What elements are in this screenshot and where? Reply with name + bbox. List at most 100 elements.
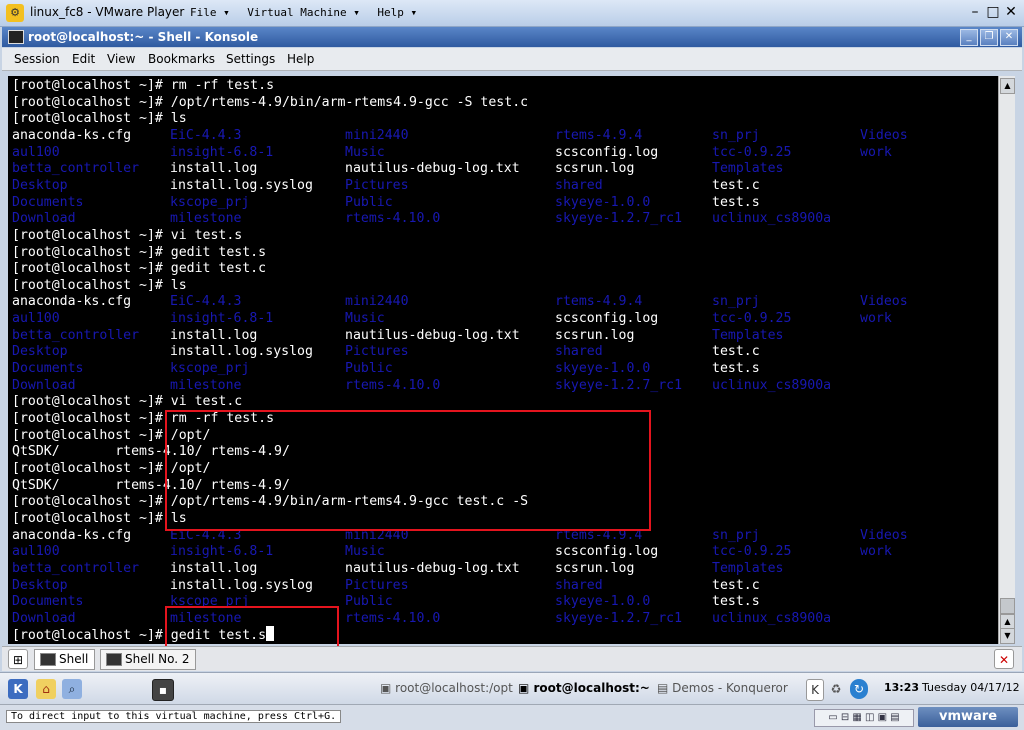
- kde-menu-icon[interactable]: K: [8, 679, 28, 699]
- tab-shell[interactable]: Shell: [34, 649, 96, 670]
- tab-shell-2-label: Shell No. 2: [125, 652, 190, 666]
- home-icon[interactable]: ⌂: [36, 679, 56, 699]
- terminal-line: aul100 insight-6.8-1 Music scsconfig.log tcc…: [12, 310, 992, 327]
- terminal-line-text: [root@localhost ~]# gedit test.c: [12, 261, 267, 277]
- ls-entry: scsrun.log: [555, 327, 635, 343]
- scroll-down-icon[interactable]: ▼: [1000, 628, 1015, 644]
- maximize-icon[interactable]: □: [984, 4, 1002, 20]
- ls-entry: betta_controller: [12, 327, 140, 343]
- terminal-line: betta_controller install.log nautilus-debu…: [12, 160, 992, 177]
- device-status-icons[interactable]: ▭ ⊟ ▦ ◫ ▣ ▤: [814, 709, 914, 727]
- terminal-line-text: [root@localhost ~]# vi test.s: [12, 227, 243, 243]
- menu-bookmarks[interactable]: Bookmarks: [148, 52, 215, 66]
- ls-entry: test.s: [712, 594, 760, 610]
- update-icon[interactable]: ↻: [850, 679, 868, 699]
- close-icon[interactable]: ✕: [1002, 4, 1020, 20]
- tab-shell-label: Shell: [59, 652, 89, 666]
- ls-entry: Public: [345, 594, 393, 610]
- ls-entry: Pictures: [345, 344, 409, 360]
- clock-date[interactable]: Tuesday 04/17/12: [922, 681, 1020, 694]
- scrollbar-thumb[interactable]: [1000, 598, 1015, 614]
- konsole-restore-icon[interactable]: ❐: [980, 29, 998, 46]
- terminal-line-text: [root@localhost ~]# gedit test.s: [12, 244, 267, 260]
- ls-entry: skyeye-1.2.7_rc1: [555, 211, 683, 227]
- konsole-menubar: Session Edit View Bookmarks Settings Hel…: [2, 48, 1022, 71]
- menu-view[interactable]: View: [107, 52, 135, 66]
- vmware-menu-virtual-machine[interactable]: Virtual Machine ▾: [247, 6, 360, 19]
- task-root-home[interactable]: ▣ root@localhost:~: [518, 681, 650, 695]
- menu-session[interactable]: Session: [14, 52, 60, 66]
- ls-entry: aul100: [12, 544, 60, 560]
- ls-entry: test.s: [712, 361, 760, 377]
- ls-entry: Public: [345, 361, 393, 377]
- ls-entry: rtems-4.9.4: [555, 294, 643, 310]
- konsole-window-title: root@localhost:~ - Shell - Konsole: [28, 30, 259, 44]
- menu-help[interactable]: Help: [287, 52, 314, 66]
- terminal-line: [root@localhost ~]# /opt/rtems-4.9/bin/a…: [12, 94, 528, 111]
- konsole-close-icon[interactable]: ✕: [1000, 29, 1018, 46]
- ls-entry: install.log.syslog: [170, 577, 313, 593]
- ls-entry: mini2440: [345, 127, 409, 143]
- terminal-line-text: [root@localhost ~]# ls: [12, 510, 187, 526]
- ls-entry: tcc-0.9.25: [712, 144, 792, 160]
- ls-entry: Download: [12, 377, 76, 393]
- ls-entry: anaconda-ks.cfg: [12, 527, 132, 543]
- ls-entry: tcc-0.9.25: [712, 311, 792, 327]
- vmware-statusbar: To direct input to this virtual machine,…: [0, 704, 1024, 730]
- ls-entry: kscope_prj: [170, 194, 250, 210]
- terminal-line: [root@localhost ~]# vi test.s: [12, 227, 242, 244]
- ls-entry: Download: [12, 610, 76, 626]
- minimize-icon[interactable]: –: [966, 4, 984, 20]
- ls-entry: insight-6.8-1: [170, 144, 274, 160]
- ls-entry: scsconfig.log: [555, 544, 659, 560]
- ls-entry: Desktop: [12, 344, 68, 360]
- ls-entry: Music: [345, 544, 385, 560]
- close-tab-icon[interactable]: ✕: [994, 649, 1014, 669]
- terminal-line-text: [root@localhost ~]# ls: [12, 111, 187, 127]
- terminal-output[interactable]: [root@localhost ~]# rm -rf test.s [root@l…: [8, 76, 998, 644]
- task-konqueror[interactable]: ▤ Demos - Konqueror: [657, 681, 788, 695]
- vmware-menu-file[interactable]: File ▾: [190, 6, 230, 19]
- vmware-menu-help[interactable]: Help ▾: [377, 6, 417, 19]
- tab-shell-2[interactable]: Shell No. 2: [100, 649, 197, 670]
- keyboard-layout-icon[interactable]: K: [806, 679, 824, 701]
- klipper-icon[interactable]: ♻: [828, 679, 844, 699]
- ls-entry: install.log: [170, 161, 258, 177]
- konsole-tabbar: ⊞ Shell Shell No. 2 ✕: [2, 646, 1022, 671]
- terminal-scrollbar[interactable]: ▲ ▲ ▼: [998, 76, 1015, 644]
- terminal-line: betta_controller install.log nautilus-debu…: [12, 327, 992, 344]
- ls-entry: kscope_prj: [170, 361, 250, 377]
- scroll-up-icon[interactable]: ▲: [1000, 78, 1015, 94]
- terminal-line: anaconda-ks.cfg EiC-4.4.3 mini2440 rtems-4.…: [12, 293, 992, 310]
- terminal-line: anaconda-ks.cfg EiC-4.4.3 mini2440 rtems-4.…: [12, 127, 992, 144]
- ls-entry: rtems-4.10.0: [345, 377, 441, 393]
- clock-time[interactable]: 13:23: [884, 681, 919, 694]
- terminal-line: aul100 insight-6.8-1 Music scsconfig.log tcc…: [12, 144, 992, 161]
- ls-entry: EiC-4.4.3: [170, 294, 242, 310]
- ls-entry: test.c: [712, 577, 760, 593]
- kde-taskbar: K ⌂ ⌕ ▪ ▣ root@localhost:/opt ▣ root@loc…: [0, 672, 1024, 705]
- terminal-line: [root@localhost ~]# ls: [12, 110, 187, 127]
- terminal-line: Documents kscope_prj Public skyeye-1.0.0 tes…: [12, 194, 992, 211]
- desktop-pager-icon[interactable]: ▪: [152, 679, 174, 701]
- ls-entry: milestone: [170, 377, 242, 393]
- task-root-opt[interactable]: ▣ root@localhost:/opt: [380, 681, 513, 695]
- ls-entry: nautilus-debug-log.txt: [345, 161, 520, 177]
- ls-entry: Templates: [712, 161, 784, 177]
- ls-entry: skyeye-1.2.7_rc1: [555, 377, 683, 393]
- konsole-minimize-icon[interactable]: _: [960, 29, 978, 46]
- ls-entry: install.log: [170, 327, 258, 343]
- ls-entry: rtems-4.9.4: [555, 127, 643, 143]
- ls-entry: Music: [345, 311, 385, 327]
- menu-edit[interactable]: Edit: [72, 52, 95, 66]
- browser-icon[interactable]: ⌕: [62, 679, 82, 699]
- ls-entry: work: [860, 544, 892, 560]
- ls-entry: scsconfig.log: [555, 311, 659, 327]
- ls-entry: Desktop: [12, 177, 68, 193]
- ls-entry: test.c: [712, 344, 760, 360]
- ls-entry: nautilus-debug-log.txt: [345, 327, 520, 343]
- ls-entry: Documents: [12, 194, 84, 210]
- terminal-line: Documents kscope_prj Public skyeye-1.0.0 tes…: [12, 593, 992, 610]
- menu-settings[interactable]: Settings: [226, 52, 275, 66]
- new-tab-icon[interactable]: ⊞: [8, 649, 28, 669]
